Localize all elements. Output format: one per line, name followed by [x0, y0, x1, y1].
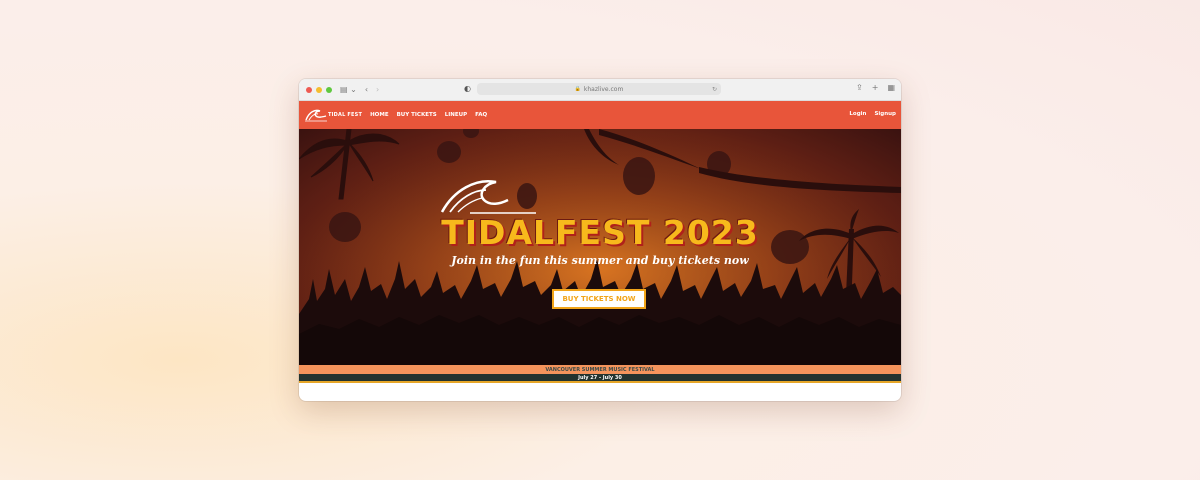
hero-banner: TIDALFEST 2023 Join in the fun this summ…	[299, 129, 901, 383]
share-icon[interactable]: ⇪	[856, 83, 863, 92]
reload-icon[interactable]: ↻	[712, 86, 717, 93]
browser-tools: ⇪ + ▦	[856, 83, 895, 92]
window-controls	[306, 86, 332, 93]
logo-text: TIDAL FEST	[328, 112, 363, 118]
minimize-window-button[interactable]	[316, 86, 322, 93]
browser-window: ▤ ⌄ ‹ › ◐ 🔒 khazlive.com ↻ ⇪ + ▦ TIDAL F…	[299, 79, 901, 401]
new-tab-icon[interactable]: +	[872, 83, 879, 92]
close-window-button[interactable]	[306, 86, 312, 93]
browser-toolbar: ▤ ⌄ ‹ › ◐ 🔒 khazlive.com ↻ ⇪ + ▦	[299, 79, 901, 101]
nav-links: HOME BUY TICKETS LINEUP FAQ	[370, 112, 487, 118]
buy-tickets-now-button[interactable]: BUY TICKETS NOW	[552, 289, 646, 309]
sidebar-toggle-icon[interactable]: ▤ ⌄	[340, 85, 357, 94]
address-bar[interactable]: 🔒 khazlive.com ↻	[477, 83, 721, 95]
nav-link-lineup[interactable]: LINEUP	[445, 112, 467, 118]
url-text: khazlive.com	[583, 85, 624, 93]
nav-link-buy-tickets[interactable]: BUY TICKETS	[397, 112, 437, 118]
login-link[interactable]: Login	[849, 111, 866, 117]
nav-link-faq[interactable]: FAQ	[475, 112, 487, 118]
back-arrow-icon[interactable]: ‹	[365, 85, 368, 94]
site-navbar: TIDAL FEST HOME BUY TICKETS LINEUP FAQ L…	[299, 101, 901, 129]
signup-link[interactable]: Signup	[874, 111, 896, 117]
wave-logo-icon	[305, 109, 327, 122]
tab-overview-icon[interactable]: ▦	[887, 83, 895, 92]
hero-subtitle: Join in the fun this summer and buy tick…	[451, 254, 749, 267]
site-logo[interactable]: TIDAL FEST	[305, 108, 362, 122]
hero-title: TIDALFEST 2023	[441, 213, 759, 252]
lock-icon: 🔒	[574, 86, 581, 92]
festival-info-band: VANCOUVER SUMMER MUSIC FESTIVAL July 27 …	[299, 365, 901, 383]
festival-dates: July 27 - July 30	[299, 374, 901, 383]
auth-links: Login Signup	[849, 111, 896, 117]
forward-arrow-icon[interactable]: ›	[376, 85, 379, 94]
privacy-shield-icon[interactable]: ◐	[464, 84, 471, 93]
maximize-window-button[interactable]	[326, 86, 332, 93]
wave-emblem-icon	[440, 180, 536, 214]
nav-link-home[interactable]: HOME	[370, 112, 389, 118]
festival-name: VANCOUVER SUMMER MUSIC FESTIVAL	[545, 366, 655, 373]
